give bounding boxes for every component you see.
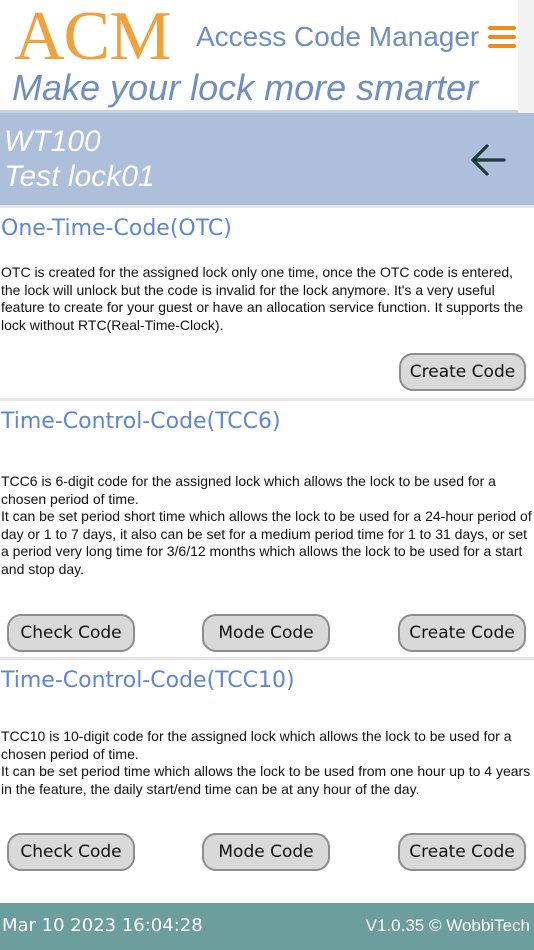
footer-version: V1.0.35 © WobbiTech [365, 916, 530, 935]
tcc6-check-code-button[interactable]: Check Code [7, 614, 135, 652]
header-edge [518, 0, 534, 113]
tcc6-description-detail: It can be set period short time which al… [1, 508, 532, 577]
acm-logo: ACM [14, 0, 171, 75]
tcc6-title: Time-Control-Code(TCC6) [1, 409, 281, 434]
footer-datetime: Mar 10 2023 16:04:28 [2, 915, 203, 936]
otc-create-code-button[interactable]: Create Code [399, 353, 526, 391]
tagline: Make your lock more smarter [12, 67, 479, 108]
lock-model: WT100 [4, 125, 101, 158]
otc-description: OTC is created for the assigned lock onl… [1, 264, 524, 333]
section-divider [0, 398, 534, 401]
status-footer: Mar 10 2023 16:04:28 V1.0.35 © WobbiTech [0, 903, 534, 950]
tcc6-description-intro: TCC6 is 6-digit code for the assigned lo… [1, 473, 496, 507]
arrow-left-icon [471, 144, 506, 176]
tcc10-check-code-button[interactable]: Check Code [7, 833, 135, 871]
section-divider [0, 657, 534, 660]
tcc10-description: TCC10 is 10-digit code for the assigned … [1, 728, 532, 798]
tcc6-mode-code-button[interactable]: Mode Code [202, 614, 330, 652]
tcc10-title: Time-Control-Code(TCC10) [1, 668, 295, 693]
tcc10-create-code-button[interactable]: Create Code [398, 833, 526, 871]
back-button[interactable] [468, 140, 508, 180]
hamburger-menu-icon[interactable] [484, 22, 520, 52]
otc-title: One-Time-Code(OTC) [1, 216, 232, 241]
app-header: ACM Access Code Manager Make your lock m… [0, 0, 534, 113]
tcc10-description-intro: TCC10 is 10-digit code for the assigned … [1, 728, 512, 762]
tcc10-description-detail: It can be set period time which allows t… [1, 763, 531, 797]
tcc6-description: TCC6 is 6-digit code for the assigned lo… [1, 473, 532, 578]
screen: ACM Access Code Manager Make your lock m… [0, 0, 534, 950]
tcc10-mode-code-button[interactable]: Mode Code [202, 833, 330, 871]
app-name: Access Code Manager [196, 21, 480, 52]
lock-info-bar: WT100 Test lock01 [0, 113, 534, 205]
tcc6-create-code-button[interactable]: Create Code [398, 614, 526, 652]
section-divider [0, 205, 534, 208]
lock-name: Test lock01 [4, 160, 155, 193]
